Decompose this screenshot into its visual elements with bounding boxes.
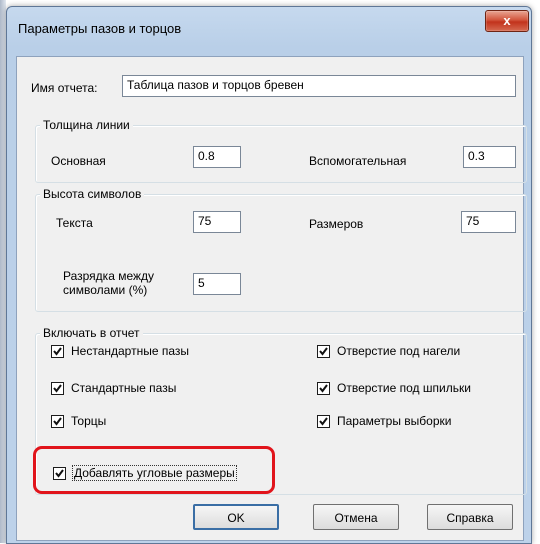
spacing-label-line2: символами (%): [63, 283, 148, 297]
checkbox-box[interactable]: [317, 344, 330, 358]
checkbox-box[interactable]: [51, 414, 64, 428]
include-legend: Включать в отчет: [40, 326, 143, 340]
text-height-input[interactable]: 75: [193, 211, 241, 233]
spacing-label-line1: Разрядка между: [63, 269, 155, 283]
main-line-label: Основная: [51, 154, 106, 168]
checkbox-dowel-holes[interactable]: Отверстие под нагели: [317, 344, 460, 358]
line-thickness-legend: Толщина линии: [40, 118, 133, 132]
main-line-input[interactable]: 0.8: [193, 146, 241, 168]
checkbox-label: Параметры выборки: [337, 414, 452, 428]
spacing-input[interactable]: 5: [193, 273, 241, 295]
checkbox-ends[interactable]: Торцы: [51, 414, 106, 428]
checkbox-label: Отверстие под нагели: [337, 344, 461, 358]
report-name-label: Имя отчета:: [31, 81, 98, 95]
checkmark-icon: [53, 416, 62, 426]
checkbox-selection-params[interactable]: Параметры выборки: [317, 414, 451, 428]
aux-line-input[interactable]: 0.3: [463, 146, 516, 168]
checkmark-icon: [53, 383, 62, 393]
checkbox-nonstandard-slots[interactable]: Нестандартные пазы: [51, 344, 189, 358]
checkbox-box[interactable]: [317, 381, 330, 395]
checkbox-standard-slots[interactable]: Стандартные пазы: [51, 381, 176, 395]
ok-button[interactable]: OK: [193, 504, 279, 530]
checkbox-box[interactable]: [51, 381, 64, 395]
line-thickness-group: [35, 125, 527, 183]
text-height-label: Текста: [56, 216, 93, 230]
checkbox-label: Торцы: [71, 414, 107, 428]
symbol-height-legend: Высота символов: [40, 187, 145, 201]
report-name-input[interactable]: Таблица пазов и торцов бревен: [122, 75, 516, 97]
checkbox-stud-holes[interactable]: Отверстие под шпильки: [317, 381, 471, 395]
highlight-annotation: [33, 446, 275, 494]
checkmark-icon: [53, 346, 62, 356]
checkbox-box[interactable]: [51, 344, 64, 358]
close-button[interactable]: x: [485, 10, 529, 32]
aux-line-label: Вспомогательная: [309, 154, 407, 168]
close-icon: x: [503, 13, 511, 28]
checkmark-icon: [319, 416, 328, 426]
dialog-title: Параметры пазов и торцов: [18, 21, 182, 36]
checkbox-box[interactable]: [317, 414, 330, 428]
checkmark-icon: [319, 346, 328, 356]
sizes-height-label: Размеров: [309, 217, 364, 231]
sizes-height-input[interactable]: 75: [461, 211, 516, 233]
checkbox-label: Стандартные пазы: [71, 381, 177, 395]
checkbox-label: Нестандартные пазы: [71, 344, 190, 358]
cancel-button[interactable]: Отмена: [313, 504, 399, 530]
checkmark-icon: [319, 383, 328, 393]
help-button[interactable]: Справка: [427, 504, 513, 530]
checkbox-label: Отверстие под шпильки: [337, 381, 471, 395]
